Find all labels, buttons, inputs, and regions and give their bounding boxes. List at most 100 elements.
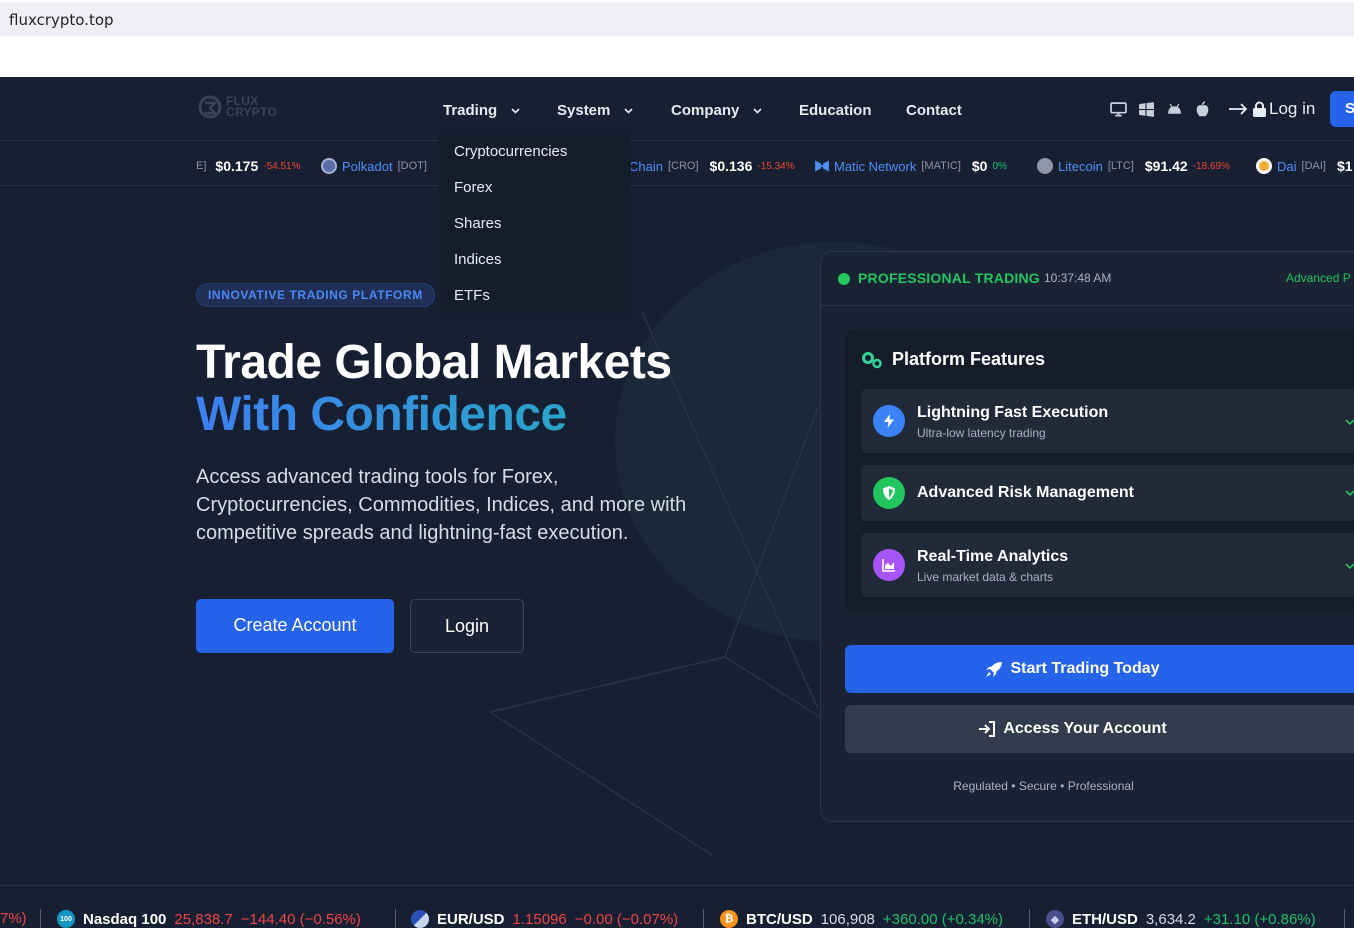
windows-icon[interactable] (1138, 101, 1155, 118)
apple-icon[interactable] (1194, 101, 1211, 118)
nav-item-company[interactable]: Company (671, 102, 762, 119)
ticker-name: Litecoin (1058, 158, 1103, 174)
feature-icon-badge (873, 405, 905, 437)
page: FLUX CRYPTO Trading System Company Educa… (0, 77, 1354, 928)
bitcoin-icon: ₿ (720, 910, 738, 928)
ticker-symbol: [CRO] (667, 160, 699, 172)
ethereum-icon: ◆ (1046, 910, 1064, 928)
ticker-price: $0 (971, 158, 988, 174)
features-heading: Platform Features (861, 349, 1045, 370)
chevron-down-icon (511, 107, 520, 114)
access-account-button[interactable]: Access Your Account (845, 705, 1354, 753)
ticker-divider (703, 909, 704, 928)
ticker-value: 1.15096 (512, 910, 567, 928)
platform-icons (1110, 101, 1211, 118)
feature-title: Lightning Fast Execution (917, 404, 1109, 421)
feature-item-analytics[interactable]: Real-Time Analytics Live market data & c… (861, 533, 1354, 597)
ticker-price: $0.175 (215, 158, 259, 174)
ticker-symbol: [DAI] (1301, 160, 1326, 172)
logo-line-2: CRYPTO (226, 105, 278, 119)
ticker-value: 25,838.7 (174, 910, 233, 928)
ticker-change: -54.51% (263, 160, 301, 172)
panel-header: PROFESSIONAL TRADING 10:37:48 AM Advance… (821, 252, 1354, 306)
start-trading-button[interactable]: Start Trading Today (845, 645, 1354, 693)
browser-spacer (0, 36, 1354, 77)
ticker-symbol: [DOT] (397, 160, 427, 172)
nav-item-system-label: System (557, 102, 611, 119)
nav-item-contact-label: Contact (906, 102, 962, 119)
cogs-icon (862, 351, 882, 368)
signup-button[interactable]: S (1330, 91, 1354, 127)
dai-icon (1256, 158, 1272, 174)
url-text: fluxcrypto.top (9, 11, 114, 29)
shield-icon (883, 486, 895, 500)
login-button[interactable]: Login (410, 599, 524, 653)
android-icon[interactable] (1166, 101, 1183, 118)
ticker-item[interactable]: Matic Network [MATIC] $0 0% (815, 158, 1007, 174)
hero-badge: INNOVATIVE TRADING PLATFORM (196, 283, 435, 307)
sign-in-icon (979, 721, 996, 737)
rocket-icon (986, 661, 1003, 677)
signup-label: S (1345, 100, 1354, 117)
ticker-symbol: [MATIC] (921, 160, 961, 172)
platform-features-card: Platform Features Lightning Fast Executi… (845, 329, 1354, 613)
feature-title: Advanced Risk Management (917, 484, 1134, 501)
chevron-down-icon (1345, 490, 1354, 496)
dropdown-item-etfs[interactable]: ETFs (439, 286, 631, 322)
ticker-item[interactable]: Litecoin [LTC] $91.42 -18.69% (1037, 158, 1230, 174)
ticker-item[interactable]: ₿ BTC/USD 106,908 +360.00 (+0.34%) (720, 910, 1003, 928)
ticker-change: 0% (992, 160, 1007, 172)
create-account-button[interactable]: Create Account (196, 599, 394, 653)
dropdown-item-shares[interactable]: Shares (439, 214, 631, 250)
ticker-change: −144.40 (−0.56%) (240, 910, 361, 928)
ticker-name: Chain (629, 158, 663, 174)
nav-item-contact[interactable]: Contact (906, 102, 962, 119)
arrow-right-icon (1229, 103, 1248, 115)
feature-subtitle: Ultra-low latency trading (917, 426, 1046, 440)
start-trading-label: Start Trading Today (1010, 660, 1160, 677)
browser-address-bar[interactable]: fluxcrypto.top (0, 2, 1354, 36)
hero-title-line-2: With Confidence (196, 388, 567, 441)
ticker-divider (1029, 909, 1030, 928)
chevron-down-icon (624, 107, 633, 114)
login-link[interactable]: Log in (1228, 99, 1315, 119)
nav-item-company-label: Company (671, 102, 740, 119)
feature-item-risk-management[interactable]: Advanced Risk Management (861, 465, 1354, 521)
access-account-label: Access Your Account (1003, 720, 1167, 737)
ticker-price: $91.42 (1144, 158, 1188, 174)
ticker-item[interactable]: Polkadot [DOT] (321, 158, 427, 174)
ticker-item[interactable]: E] $0.175 -54.51% (196, 158, 300, 174)
litecoin-icon (1037, 158, 1053, 174)
ticker-item[interactable]: 7%) (0, 910, 27, 927)
ticker-change: +31.10 (+0.86%) (1203, 910, 1316, 928)
eur-usd-flag-icon (411, 910, 429, 928)
ticker-item[interactable]: Chain [CRO] $0.136 -15.34% (629, 158, 795, 174)
ticker-item[interactable]: 100 Nasdaq 100 25,838.7 −144.40 (−0.56%) (57, 910, 361, 928)
market-ticker-bar: 7%) 100 Nasdaq 100 25,838.7 −144.40 (−0.… (0, 885, 1354, 928)
dropdown-item-indices[interactable]: Indices (439, 250, 631, 286)
ticker-change: -18.69% (1192, 160, 1230, 172)
feature-item-fast-execution[interactable]: Lightning Fast Execution Ultra-low laten… (861, 389, 1354, 453)
ticker-value: 3,634.2 (1145, 910, 1196, 928)
nav-item-system[interactable]: System (557, 102, 633, 119)
status-label: PROFESSIONAL TRADING (858, 270, 1040, 286)
ticker-item[interactable]: ◆ ETH/USD 3,634.2 +31.10 (+0.86%) (1046, 910, 1316, 928)
ticker-item[interactable]: Dai [DAI] $1 (1256, 158, 1353, 174)
desktop-icon[interactable] (1110, 101, 1127, 118)
matic-icon (815, 160, 829, 172)
ticker-name: Matic Network (834, 158, 917, 174)
dropdown-item-forex[interactable]: Forex (439, 178, 631, 214)
nav-item-trading-label: Trading (443, 102, 498, 119)
logo[interactable]: FLUX CRYPTO (198, 95, 277, 119)
hero-title-line-1: Trade Global Markets (196, 336, 672, 389)
chevron-down-icon (1345, 419, 1354, 425)
features-title: Platform Features (892, 349, 1046, 369)
nav-item-trading[interactable]: Trading (443, 102, 520, 119)
ticker-name: Dai (1277, 158, 1297, 174)
ticker-item[interactable]: EUR/USD 1.15096 −0.00 (−0.07%) (411, 910, 678, 928)
panel-right-label: Advanced P (1286, 271, 1351, 285)
dropdown-item-cryptocurrencies[interactable]: Cryptocurrencies (439, 142, 631, 178)
feature-subtitle: Live market data & charts (917, 570, 1054, 584)
nav-item-education[interactable]: Education (799, 102, 872, 119)
polkadot-icon (321, 158, 337, 174)
